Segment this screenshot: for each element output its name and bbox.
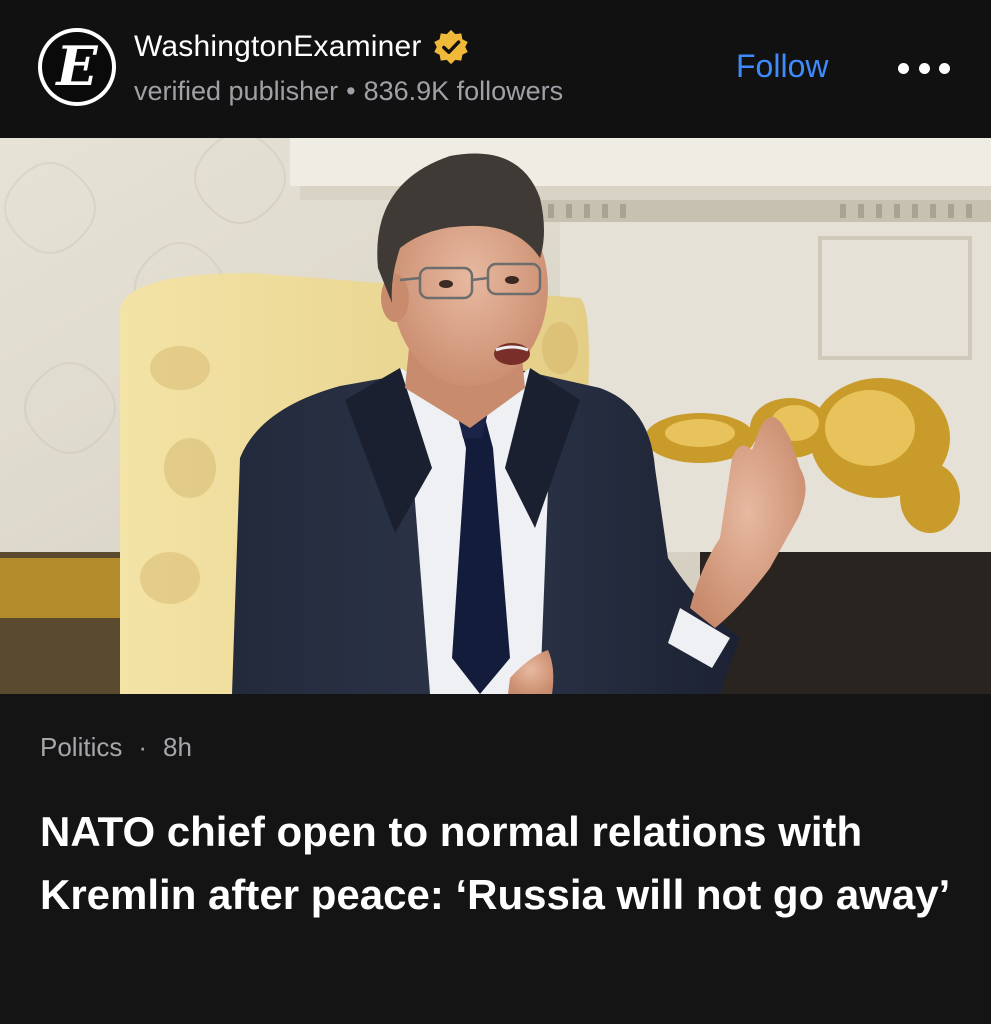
verified-badge-icon: [433, 29, 468, 65]
hero-photo: [0, 138, 991, 694]
logo-inner: E: [42, 32, 112, 102]
article-category[interactable]: Politics: [40, 732, 122, 763]
publisher-name-row: WashingtonExaminer: [134, 28, 470, 66]
publisher-logo[interactable]: E: [38, 28, 116, 106]
publisher-name[interactable]: WashingtonExaminer: [134, 30, 422, 64]
article-content[interactable]: Politics · 8h NATO chief open to normal …: [0, 694, 991, 1024]
more-options-icon[interactable]: [898, 56, 950, 80]
follow-button[interactable]: Follow: [736, 48, 828, 85]
article-meta: Politics · 8h: [40, 732, 192, 763]
meta-separator: ·: [138, 732, 148, 762]
meta-separator: •: [346, 76, 356, 106]
article-age: 8h: [163, 732, 192, 762]
publisher-header: E WashingtonExaminer verified publisher …: [0, 0, 991, 138]
article-headline[interactable]: NATO chief open to normal relations with…: [40, 800, 960, 926]
dot: [939, 62, 950, 74]
publisher-status: verified publisher: [134, 76, 339, 106]
article-hero-image[interactable]: [0, 138, 991, 694]
followers-count: 836.9K followers: [363, 76, 564, 106]
dot: [898, 62, 909, 74]
logo-letter: E: [56, 34, 98, 98]
dot: [918, 62, 930, 74]
publisher-meta: verified publisher • 836.9K followers: [134, 76, 563, 107]
